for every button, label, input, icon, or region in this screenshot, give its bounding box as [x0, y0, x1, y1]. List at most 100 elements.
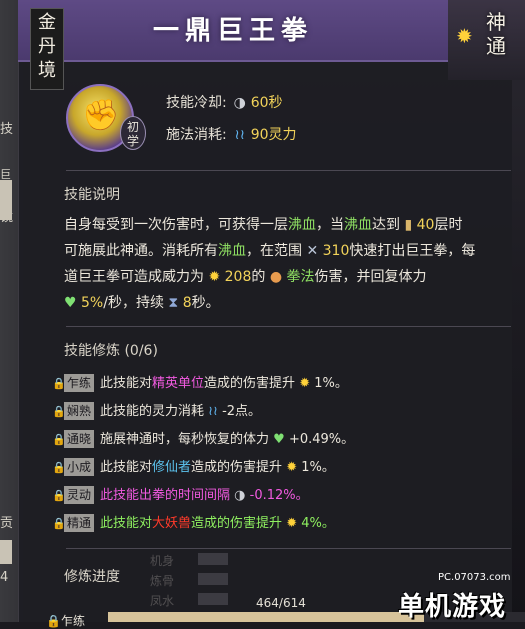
cost-value: 90灵力 — [250, 127, 297, 143]
background-strip — [0, 540, 12, 564]
cost-label: 施法消耗: — [166, 127, 227, 143]
description-line: 自身每受到一次伤害时，可获得一层沸血，当沸血达到 ▮ 40层时 — [64, 212, 504, 238]
description-text: 快速打出巨王拳，每 — [349, 243, 476, 259]
training-tag: 乍练 — [64, 374, 95, 392]
cooldown-icon: ◑ — [234, 488, 246, 503]
training-text: 此技能出拳的时间间隔 — [100, 488, 231, 503]
training-text: 造成的伤害提升 — [204, 376, 296, 391]
ghost-stat-box — [198, 573, 228, 585]
training-keyword: 大妖兽 — [152, 516, 192, 531]
bottom-tag-text: 乍练 — [60, 614, 85, 628]
training-title: 技能修炼 (0/6) — [64, 343, 158, 359]
skill-description: 自身每受到一次伤害时，可获得一层沸血，当沸血达到 ▮ 40层时 可施展此神通。消… — [64, 212, 504, 316]
lock-icon: 🔒 — [52, 405, 66, 418]
training-value: 1%。 — [301, 460, 335, 475]
training-row[interactable]: 🔒小成 此技能对修仙者造成的伤害提升 ✹ 1%。 — [52, 456, 335, 478]
training-keyword: 精英单位 — [152, 376, 205, 391]
stack-count: 40 — [416, 217, 435, 233]
duration-value: 8 — [182, 295, 192, 311]
cost-stat: 施法消耗: ≀≀ 90灵力 — [166, 124, 297, 144]
ghost-stat-label: 炼骨 — [150, 574, 175, 588]
corner-logo-char: 通 — [486, 34, 506, 58]
description-text: 秒。 — [191, 295, 220, 311]
skill-level-char: 初 — [126, 120, 139, 134]
description-text: 达到 — [372, 217, 400, 233]
training-value: -0.12%。 — [249, 488, 309, 503]
training-value: 4%。 — [301, 516, 335, 531]
training-text: 此技能对 — [100, 460, 153, 475]
cooldown-value: 60秒 — [250, 95, 283, 111]
cooldown-stat: 技能冷却: ◑ 60秒 — [166, 92, 283, 112]
description-line: 道巨王拳可造成威力为 ✹ 208的 ● 拳法伤害，并回复体力 — [64, 264, 504, 290]
fist-technique-icon: ● — [269, 269, 283, 285]
lock-icon: 🔒 — [52, 461, 66, 474]
lock-icon: 🔒 — [52, 517, 66, 530]
training-tag: 小成 — [64, 458, 95, 476]
corner-logo: ✹ 神 通 — [448, 0, 525, 80]
keyword-fist-technique: 拳法 — [286, 269, 315, 285]
divider — [66, 170, 511, 171]
lock-icon: 🔒 — [52, 377, 66, 390]
description-text: ，当 — [316, 217, 344, 233]
stamina-value: 5% — [81, 295, 104, 311]
keyword-boiling-blood: 沸血 — [218, 243, 246, 259]
training-text: 此技能对 — [100, 376, 153, 391]
corner-logo-text: 神 通 — [486, 10, 506, 58]
background-fragment: 贡 — [0, 516, 14, 531]
training-row[interactable]: 🔒乍练 此技能对精英单位造成的伤害提升 ✹ 1%。 — [52, 372, 348, 394]
sun-icon: ✹ — [456, 24, 473, 48]
realm-char: 金 — [38, 12, 56, 33]
description-text: 道巨王拳可造成威力为 — [64, 269, 204, 285]
watermark: 单机游戏 — [398, 592, 507, 622]
progress-fill — [108, 612, 424, 622]
ghost-stat-box — [198, 593, 228, 605]
power-value: 208 — [224, 269, 252, 285]
training-value: 1%。 — [314, 376, 348, 391]
background-fragment: 4 — [0, 570, 9, 585]
training-text: 造成的伤害提升 — [191, 460, 283, 475]
bottom-tag: 🔒乍练 — [46, 612, 85, 629]
keyword-boiling-blood: 沸血 — [288, 217, 316, 233]
keyword-boiling-blood: 沸血 — [344, 217, 372, 233]
cooldown-label: 技能冷却: — [166, 95, 227, 111]
description-text: 自身每受到一次伤害时，可获得一层 — [64, 217, 288, 233]
ghost-stat-box — [198, 553, 228, 565]
power-icon: ✹ — [208, 269, 221, 285]
fist-icon: ✊ — [82, 98, 120, 133]
power-icon: ✹ — [299, 376, 311, 391]
description-line: ♥ 5%/秒，持续 ⧗ 8秒。 — [64, 290, 504, 316]
ghost-stat-label: 凤水 — [150, 594, 175, 608]
background-fragment: 技 — [0, 122, 14, 137]
lock-icon: 🔒 — [46, 614, 61, 628]
power-icon: ✹ — [286, 460, 298, 475]
realm-char: 境 — [38, 60, 56, 81]
training-row[interactable]: 🔒灵动 此技能出拳的时间间隔 ◑ -0.12%。 — [52, 484, 309, 506]
description-text: 伤害，并回复体力 — [314, 269, 427, 285]
ghost-stat-label: 机身 — [150, 554, 175, 568]
lock-icon: 🔒 — [52, 433, 66, 446]
power-icon: ✹ — [286, 516, 298, 531]
description-text: /秒，持续 — [103, 295, 164, 311]
watermark-url: PC.07073.com — [438, 572, 511, 583]
description-title: 技能说明 — [64, 187, 120, 203]
training-text: 此技能的灵力消耗 — [100, 404, 205, 419]
description-text: 层时 — [434, 217, 463, 233]
skill-level-badge: 初 学 — [120, 116, 146, 150]
training-row[interactable]: 🔒娴熟 此技能的灵力消耗 ≀≀ -2点。 — [52, 400, 261, 422]
training-text: 此技能对 — [100, 516, 153, 531]
background-strip — [0, 180, 12, 220]
cooldown-icon: ◑ — [233, 95, 246, 111]
training-keyword: 修仙者 — [152, 460, 192, 475]
stamina-icon: ♥ — [64, 295, 77, 311]
skill-level-char: 学 — [126, 134, 139, 148]
training-text: 施展神通时，每秒恢复的体力 — [100, 432, 270, 447]
stamina-icon: ♥ — [273, 432, 285, 447]
divider — [66, 548, 511, 549]
training-row[interactable]: 🔒通晓 施展神通时，每秒恢复的体力 ♥ +0.49%。 — [52, 428, 354, 450]
description-text: ，在范围 — [246, 243, 302, 259]
training-row[interactable]: 🔒精通 此技能对大妖兽造成的伤害提升 ✹ 4%。 — [52, 512, 335, 534]
training-text: 造成的伤害提升 — [191, 516, 283, 531]
training-value: -2点。 — [222, 404, 262, 419]
range-icon: ✕ — [306, 243, 319, 259]
description-text: 的 — [251, 269, 266, 285]
